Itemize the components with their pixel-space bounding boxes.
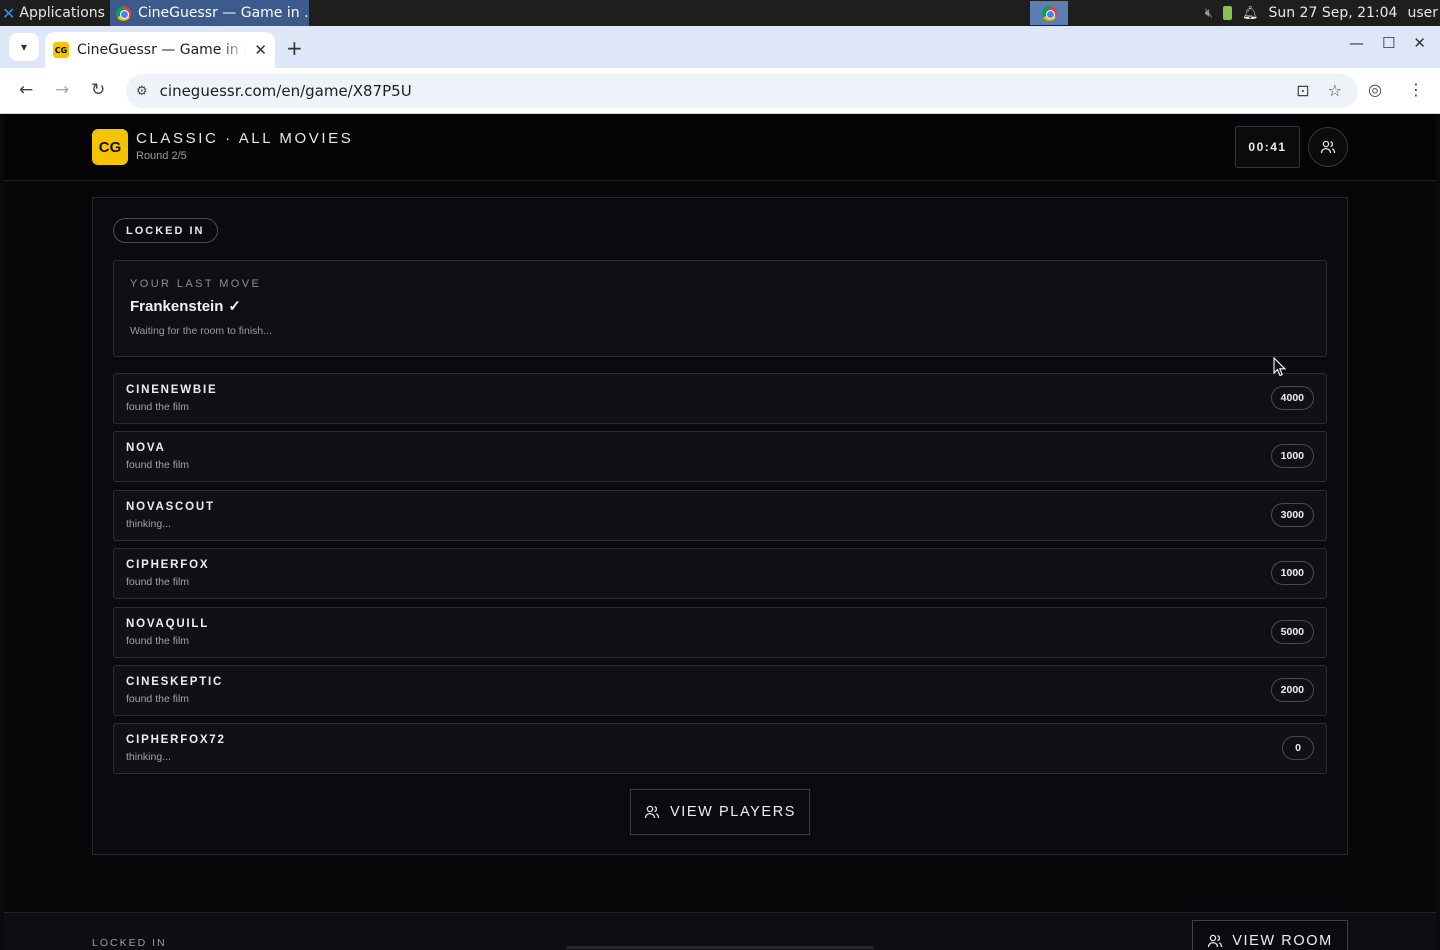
player-row: CINESKEPTIC found the film 2000	[113, 664, 1327, 716]
clock[interactable]: Sun 27 Sep, 21:04	[1268, 5, 1397, 21]
player-score-badge: 3000	[1270, 502, 1314, 527]
player-name: NOVAQUILL	[126, 617, 210, 630]
applications-menu[interactable]: ✕ Applications	[0, 0, 105, 26]
player-row: CIPHERFOX72 thinking... 0	[113, 723, 1327, 775]
round-panel: LOCKED IN YOUR LAST MOVE Frankenstein ✓ …	[92, 197, 1348, 855]
player-status: thinking...	[126, 751, 171, 764]
player-status: thinking...	[126, 517, 171, 530]
view-room-button[interactable]: VIEW ROOM	[1192, 920, 1348, 950]
player-name: CINENEWBIE	[126, 384, 218, 396]
site-info-icon[interactable]: ⚙	[136, 84, 148, 99]
url-text[interactable]: cineguessr.com/en/game/X87P5U	[160, 82, 412, 100]
taskbar-window-title: CineGuessr — Game in ...	[138, 5, 309, 21]
browser-toolbar: ← → ↻ ⚙ cineguessr.com/en/game/X87P5U ⊡ …	[0, 68, 1440, 114]
players-button[interactable]	[1308, 127, 1348, 167]
close-tab-icon[interactable]: ✕	[254, 41, 267, 59]
player-name: CIPHERFOX	[126, 559, 210, 572]
last-move-card: YOUR LAST MOVE Frankenstein ✓ Waiting fo…	[113, 260, 1327, 357]
install-app-icon[interactable]: ⊡	[1296, 81, 1309, 100]
player-status: found the film	[126, 401, 190, 413]
player-name: NOVA	[126, 442, 166, 455]
view-players-label: VIEW PLAYERS	[669, 804, 797, 820]
os-taskbar: ✕ Applications CineGuessr — Game in ... …	[0, 0, 1440, 26]
users-icon	[644, 805, 660, 819]
notification-bell-icon[interactable]: 🔔︎	[1242, 6, 1259, 21]
view-room-label: VIEW ROOM	[1232, 932, 1333, 949]
battery-icon[interactable]	[1222, 6, 1232, 20]
view-players-button[interactable]: VIEW PLAYERS	[630, 789, 810, 835]
chevron-down-icon: ▾	[20, 40, 28, 54]
player-score-badge: 0	[1282, 736, 1314, 761]
minimize-icon[interactable]: —	[1349, 34, 1364, 52]
browser-menu-icon[interactable]: ⋮	[1408, 80, 1424, 99]
close-window-icon[interactable]: ✕	[1413, 34, 1426, 52]
player-row: NOVA found the film 1000	[113, 431, 1327, 483]
maximize-icon[interactable]: ☐	[1382, 34, 1395, 52]
volume-muted-icon[interactable]: 🔇︎	[1205, 6, 1213, 21]
mouse-cursor-icon	[1273, 357, 1287, 377]
player-score-badge: 5000	[1270, 619, 1314, 644]
last-move-movie: Frankenstein ✓	[130, 297, 241, 316]
player-name: CINESKEPTIC	[126, 675, 224, 688]
checkmark-icon: ✓	[228, 298, 241, 315]
player-score-badge: 4000	[1270, 386, 1314, 410]
player-name: CIPHERFOX72	[126, 734, 226, 747]
user-menu[interactable]: user	[1407, 5, 1438, 21]
users-icon	[1320, 140, 1336, 154]
xfce-logo-icon: ✕	[2, 3, 16, 23]
status-badge: LOCKED IN	[113, 218, 218, 243]
chrome-icon	[1041, 5, 1057, 21]
player-status: found the film	[126, 634, 190, 647]
game-mode-title: CLASSIC · ALL MOVIES	[136, 130, 354, 147]
profile-icon[interactable]: ◎	[1368, 80, 1382, 99]
cineguessr-logo[interactable]: CG	[92, 129, 128, 165]
player-status: found the film	[126, 576, 190, 589]
reload-icon[interactable]: ↻	[91, 80, 105, 100]
workspace-chrome-button[interactable]	[1030, 1, 1068, 25]
browser-tab-strip: ▾ CG CineGuessr — Game in progress ✕ + —…	[0, 26, 1440, 68]
window-controls: — ☐ ✕	[1349, 34, 1440, 52]
player-score-badge: 1000	[1270, 444, 1314, 469]
player-row: CINENEWBIE found the film 4000	[113, 373, 1327, 424]
favicon: CG	[53, 42, 69, 58]
last-move-title: Frankenstein	[130, 297, 224, 315]
player-score-badge: 2000	[1270, 677, 1314, 702]
bookmark-star-icon[interactable]: ☆	[1328, 81, 1342, 100]
game-header: CG CLASSIC · ALL MOVIES Round 2/5 00:41	[4, 114, 1436, 181]
tab-title: CineGuessr — Game in progress	[77, 42, 246, 58]
round-indicator: Round 2/5	[136, 150, 187, 162]
tab-search-button[interactable]: ▾	[9, 33, 39, 61]
player-score-badge: 1000	[1270, 561, 1314, 586]
footer-status-text: LOCKED IN	[92, 937, 167, 949]
player-row: NOVAQUILL found the film 5000	[113, 606, 1327, 658]
users-icon	[1208, 934, 1223, 947]
back-arrow-icon[interactable]: ←	[19, 80, 33, 100]
browser-tab-active[interactable]: CG CineGuessr — Game in progress ✕	[45, 32, 275, 68]
page-viewport: CG CLASSIC · ALL MOVIES Round 2/5 00:41 …	[4, 114, 1436, 950]
taskbar-window-button[interactable]: CineGuessr — Game in ...	[110, 0, 309, 26]
player-status: found the film	[126, 692, 190, 705]
forward-arrow-icon[interactable]: →	[55, 80, 69, 100]
player-row: CIPHERFOX found the film 1000	[113, 548, 1327, 600]
chrome-icon	[116, 5, 131, 21]
last-move-label: YOUR LAST MOVE	[130, 278, 262, 290]
address-bar[interactable]: ⚙ cineguessr.com/en/game/X87P5U ⊡ ☆	[126, 74, 1358, 108]
omnibox-actions: ⊡ ☆	[1296, 81, 1342, 100]
applications-label: Applications	[19, 5, 105, 21]
player-name: NOVASCOUT	[126, 500, 215, 513]
player-status: found the film	[126, 459, 190, 472]
footer-divider	[567, 946, 873, 949]
round-timer: 00:41	[1235, 126, 1300, 168]
waiting-message: Waiting for the room to finish...	[130, 325, 273, 337]
player-list: CINENEWBIE found the film 4000 NOVA foun…	[113, 373, 1327, 782]
system-tray: 🔇︎ 🔔︎ Sun 27 Sep, 21:04 user	[1205, 0, 1440, 26]
player-row: NOVASCOUT thinking... 3000	[113, 489, 1327, 541]
new-tab-icon[interactable]: +	[286, 36, 303, 60]
